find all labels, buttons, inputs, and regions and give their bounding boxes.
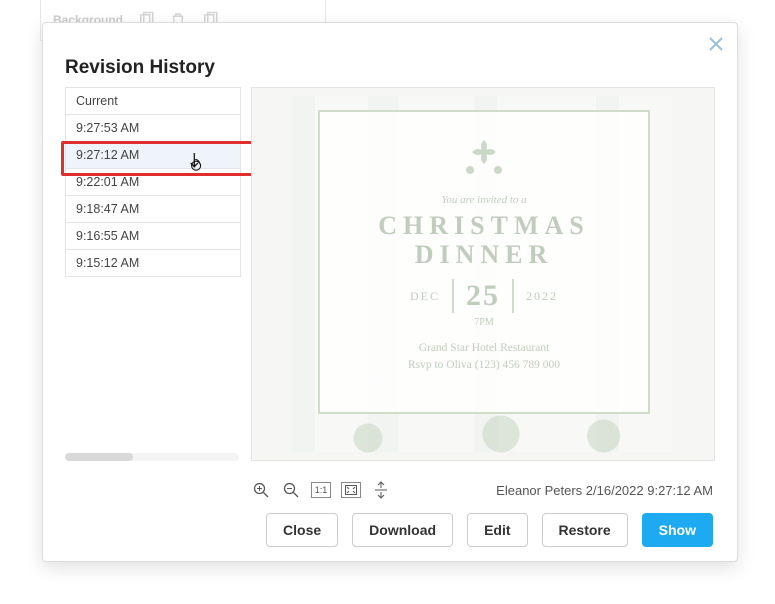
venue-text: Grand Star Hotel Restaurant: [419, 342, 550, 354]
fit-icon: [341, 482, 361, 498]
flower-icon: [454, 136, 514, 180]
revision-history-modal: Revision History Current9:27:53 AM9:27:1…: [42, 22, 738, 562]
rsvp-text: Rsvp to Oliva (123) 456 789 000: [408, 359, 560, 371]
event-time: 7PM: [474, 317, 493, 328]
ratio-label: 1:1: [311, 482, 331, 498]
title-line-2: DINNER: [415, 240, 554, 269]
divider-bar: [452, 279, 454, 313]
zoom-in-button[interactable]: [251, 480, 271, 500]
restore-button[interactable]: Restore: [542, 513, 628, 547]
edit-button[interactable]: Edit: [467, 513, 527, 547]
revision-item[interactable]: 9:27:53 AM: [66, 115, 240, 142]
close-icon[interactable]: [709, 37, 723, 51]
preview-toolbar: 1:1 Eleanor Peters 2/16/2022 9:27:12 AM: [251, 475, 713, 505]
horizontal-scrollbar[interactable]: [65, 453, 239, 461]
fit-screen-button[interactable]: [341, 480, 361, 500]
revision-meta: Eleanor Peters 2/16/2022 9:27:12 AM: [496, 483, 713, 498]
revision-item[interactable]: 9:15:12 AM: [66, 250, 240, 276]
download-button[interactable]: Download: [352, 513, 453, 547]
zoom-out-button[interactable]: [281, 480, 301, 500]
revision-item[interactable]: Current: [66, 88, 240, 115]
show-button[interactable]: Show: [642, 513, 713, 547]
invitation-card: You are invited to a CHRISTMAS DINNER DE…: [318, 110, 650, 414]
revision-item[interactable]: 9:27:12 AM: [66, 142, 240, 169]
close-button[interactable]: Close: [266, 513, 338, 547]
revision-item[interactable]: 9:22:01 AM: [66, 169, 240, 196]
invite-text: You are invited to a: [441, 194, 526, 206]
revision-item[interactable]: 9:16:55 AM: [66, 223, 240, 250]
revision-list: Current9:27:53 AM9:27:12 AM9:22:01 AM9:1…: [65, 87, 241, 277]
divider-bar: [512, 279, 514, 313]
revision-preview: You are invited to a CHRISTMAS DINNER DE…: [251, 87, 715, 461]
date-row: DEC 25 2022: [410, 279, 558, 313]
event-info: Grand Star Hotel Restaurant Rsvp to Oliv…: [408, 340, 560, 375]
fit-height-button[interactable]: [371, 480, 391, 500]
event-month: DEC: [410, 289, 440, 304]
modal-title: Revision History: [65, 57, 215, 79]
action-buttons: Close Download Edit Restore Show: [251, 513, 713, 547]
revision-item[interactable]: 9:18:47 AM: [66, 196, 240, 223]
zoom-1to1-button[interactable]: 1:1: [311, 480, 331, 500]
event-year: 2022: [526, 289, 558, 304]
event-title: CHRISTMAS DINNER: [378, 212, 589, 269]
foliage-decoration: [292, 414, 672, 454]
title-line-1: CHRISTMAS: [378, 211, 589, 240]
event-day: 25: [466, 279, 500, 313]
